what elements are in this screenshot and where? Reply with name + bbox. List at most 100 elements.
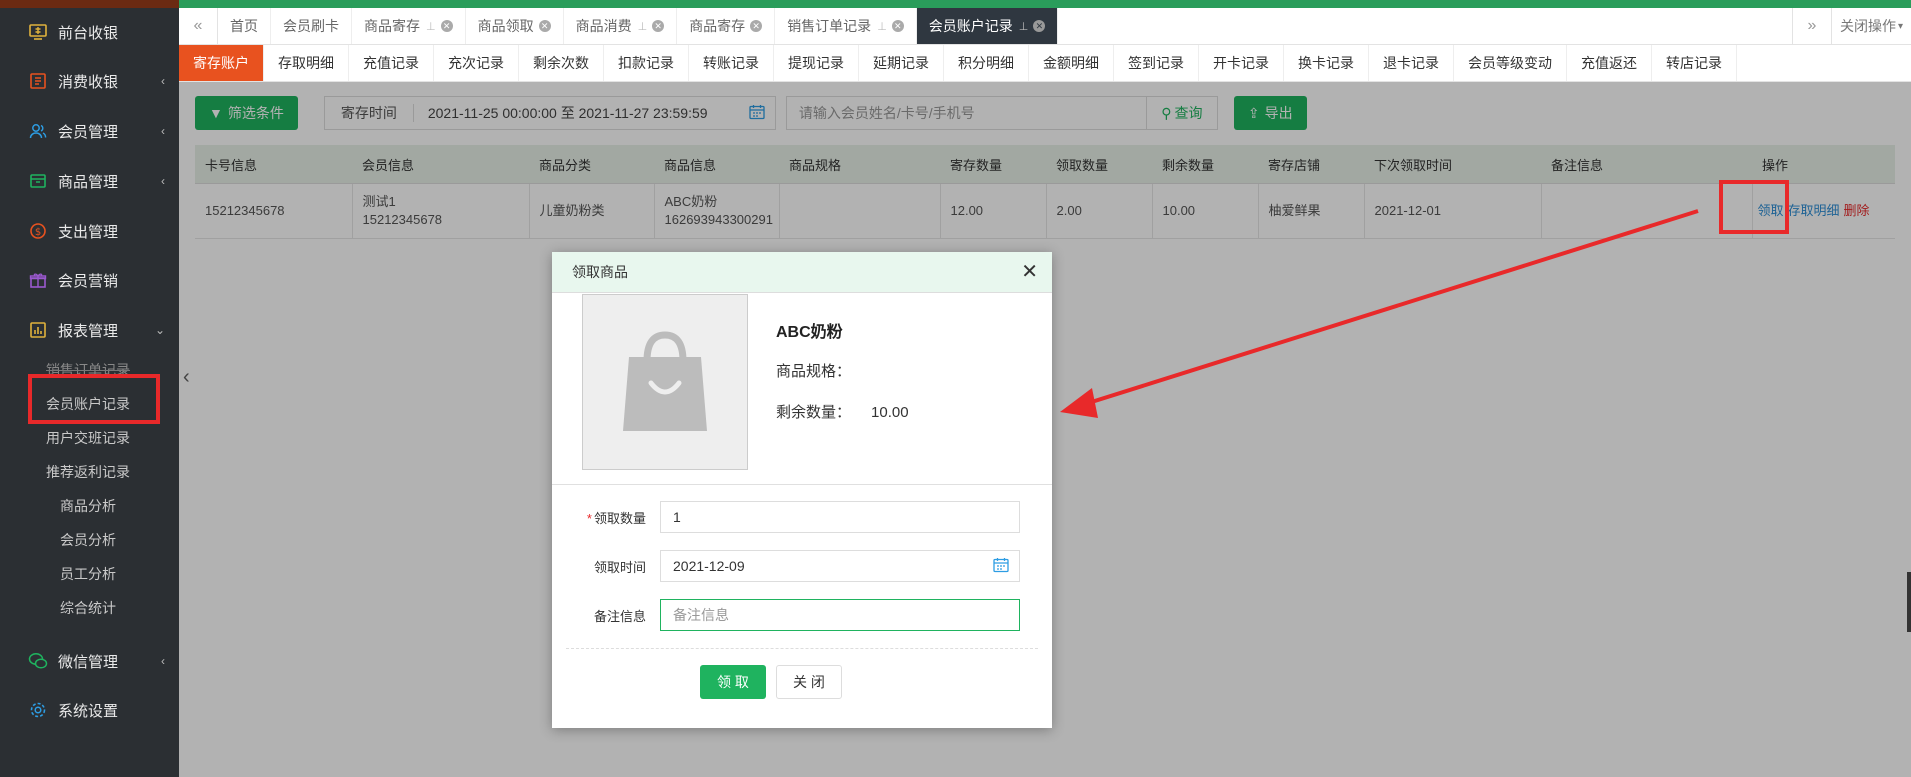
chevron-left-icon: ‹: [161, 124, 165, 138]
time-label: 领取时间: [593, 559, 646, 575]
sidebar-item-products[interactable]: 商品管理 ‹: [0, 159, 179, 203]
note-label: 备注信息: [593, 608, 646, 624]
pin-icon[interactable]: ⊥: [1019, 20, 1029, 33]
sidebar-item-label: 支出管理: [58, 223, 119, 241]
sidebar-item-members[interactable]: 会员管理 ‹: [0, 109, 179, 153]
close-icon[interactable]: ✕: [891, 20, 904, 32]
chevron-left-icon: ‹: [161, 174, 165, 188]
receipt-icon: [28, 71, 48, 91]
subtab-access-details[interactable]: 存取明细: [264, 45, 349, 81]
product-remaining: 剩余数量： 10.00: [776, 404, 909, 421]
sidebar-subitem-referral-rebates[interactable]: 推荐返利记录: [0, 458, 179, 486]
svg-text:$: $: [35, 227, 41, 238]
sidebar-item-label: 微信管理: [58, 653, 119, 671]
subtab-return-card[interactable]: 退卡记录: [1369, 45, 1454, 81]
close-icon[interactable]: ✕: [1021, 262, 1038, 282]
remaining-value: 10.00: [871, 404, 909, 421]
modal-close-button[interactable]: 关 闭: [776, 665, 842, 699]
tabs-scroll-right-icon[interactable]: »: [1791, 8, 1831, 44]
time-row: 领取时间: [552, 549, 1052, 583]
annotation-highlight-box: [28, 374, 160, 424]
monitor-icon: [28, 22, 48, 42]
tab-product-deposit-2[interactable]: 商品寄存 ✕: [677, 8, 776, 44]
qty-row: * 领取数量: [552, 500, 1052, 534]
subtab-checkin[interactable]: 签到记录: [1114, 45, 1199, 81]
tab-sales-orders[interactable]: 销售订单记录 ⊥ ✕: [775, 8, 917, 44]
sidebar-item-settings[interactable]: 系统设置: [0, 688, 179, 732]
subtab-remaining-times[interactable]: 剩余次数: [519, 45, 604, 81]
tab-member-accounts[interactable]: 会员账户记录 ⊥ ✕: [916, 8, 1059, 44]
close-icon[interactable]: ✕: [750, 20, 763, 32]
sidebar-subitem-product-analysis[interactable]: 商品分析: [0, 492, 179, 520]
take-button[interactable]: 领 取: [700, 665, 766, 699]
qty-field[interactable]: [661, 502, 1019, 532]
sidebar-subitem-member-analysis[interactable]: 会员分析: [0, 526, 179, 554]
close-icon[interactable]: ✕: [1033, 20, 1046, 32]
tab-product-consume[interactable]: 商品消费 ⊥ ✕: [564, 8, 678, 44]
subtab-extensions[interactable]: 延期记录: [859, 45, 944, 81]
required-marker: *: [586, 510, 592, 526]
close-operations-button[interactable]: 关闭操作 ▾: [1830, 8, 1911, 44]
subtab-change-card[interactable]: 换卡记录: [1284, 45, 1369, 81]
wechat-icon: [28, 651, 48, 671]
sidebar-item-wechat[interactable]: 微信管理 ‹: [0, 639, 179, 683]
subtab-recharge-refund[interactable]: 充值返还: [1567, 45, 1652, 81]
subtab-level-changes[interactable]: 会员等级变动: [1454, 45, 1567, 81]
sidebar-item-label: 会员管理: [58, 123, 119, 141]
product-spec: 商品规格：: [776, 363, 852, 380]
calendar-icon[interactable]: [993, 557, 1019, 576]
pin-icon[interactable]: ⊥: [638, 20, 648, 33]
subtab-open-card[interactable]: 开卡记录: [1199, 45, 1284, 81]
subtab-transfers[interactable]: 转账记录: [689, 45, 774, 81]
close-icon[interactable]: ✕: [652, 20, 665, 32]
pin-icon[interactable]: ⊥: [877, 20, 887, 33]
scrollbar-edge[interactable]: [1907, 572, 1911, 632]
tab-product-deposit[interactable]: 商品寄存 ⊥ ✕: [352, 8, 466, 44]
sidebar-item-label: 会员营销: [58, 272, 119, 290]
sidebar-item-expenses[interactable]: $ 支出管理: [0, 209, 179, 253]
sidebar-item-reports[interactable]: 报表管理 ⌄: [0, 308, 179, 352]
sidebar-subitem-overall-stats[interactable]: 综合统计: [0, 594, 179, 622]
divider: [566, 648, 1038, 649]
box-icon: [28, 171, 48, 191]
subtab-amount[interactable]: 金额明细: [1029, 45, 1114, 81]
product-name: ABC奶粉: [776, 324, 843, 341]
tab-member-swipe[interactable]: 会员刷卡: [271, 8, 352, 44]
sidebar-item-label: 前台收银: [58, 24, 119, 42]
sidebar-item-label: 商品管理: [58, 173, 119, 191]
qty-label: 领取数量: [593, 510, 646, 526]
tabs-scroll-left-icon[interactable]: «: [179, 8, 218, 44]
sidebar-item-consume[interactable]: 消费收银 ‹: [0, 59, 179, 103]
gift-icon: [28, 270, 48, 290]
subtab-recharge-times[interactable]: 充次记录: [434, 45, 519, 81]
subtab-store-transfer[interactable]: 转店记录: [1652, 45, 1737, 81]
annotation-highlight-box: [1719, 180, 1789, 234]
subtab-recharge[interactable]: 充值记录: [349, 45, 434, 81]
pin-icon[interactable]: ⊥: [426, 20, 436, 33]
subtab-deposit-accounts[interactable]: 寄存账户: [179, 45, 264, 81]
take-product-modal: 领取商品 ✕ ABC奶粉 商品规格： 剩余数量：10.00 *领取数量 领取时间…: [552, 252, 1052, 728]
sidebar-subitem-shift-records[interactable]: 用户交班记录: [0, 424, 179, 452]
close-icon[interactable]: ✕: [538, 20, 551, 32]
sidebar-collapse-icon[interactable]: ‹: [183, 366, 190, 389]
sidebar-item-label: 消费收银: [58, 73, 119, 91]
gear-icon: [28, 700, 48, 720]
subtab-withdrawals[interactable]: 提现记录: [774, 45, 859, 81]
tab-home[interactable]: 首页: [218, 8, 271, 44]
chevron-left-icon: ‹: [161, 654, 165, 668]
sub-tab-bar: 寄存账户 存取明细 充值记录 充次记录 剩余次数 扣款记录 转账记录 提现记录 …: [179, 45, 1911, 82]
sidebar-item-label: 报表管理: [58, 322, 119, 340]
subtab-deductions[interactable]: 扣款记录: [604, 45, 689, 81]
close-icon[interactable]: ✕: [440, 20, 453, 32]
tab-bar: « 首页 会员刷卡 商品寄存 ⊥ ✕ 商品领取 ✕ 商品消费 ⊥ ✕ 商品寄存 ✕ 销售订单…: [179, 8, 1911, 45]
sidebar-item-marketing[interactable]: 会员营销: [0, 258, 179, 302]
tab-product-pickup[interactable]: 商品领取 ✕: [466, 8, 564, 44]
modal-header: 领取商品: [552, 252, 1052, 293]
sidebar-subitem-staff-analysis[interactable]: 员工分析: [0, 560, 179, 588]
top-accent-line: [179, 0, 1911, 8]
subtab-points[interactable]: 积分明细: [944, 45, 1029, 81]
note-field[interactable]: [661, 600, 1019, 630]
chevron-left-icon: ‹: [161, 74, 165, 88]
sidebar-item-checkout[interactable]: 前台收银: [0, 10, 179, 54]
take-time-field[interactable]: [661, 551, 993, 581]
